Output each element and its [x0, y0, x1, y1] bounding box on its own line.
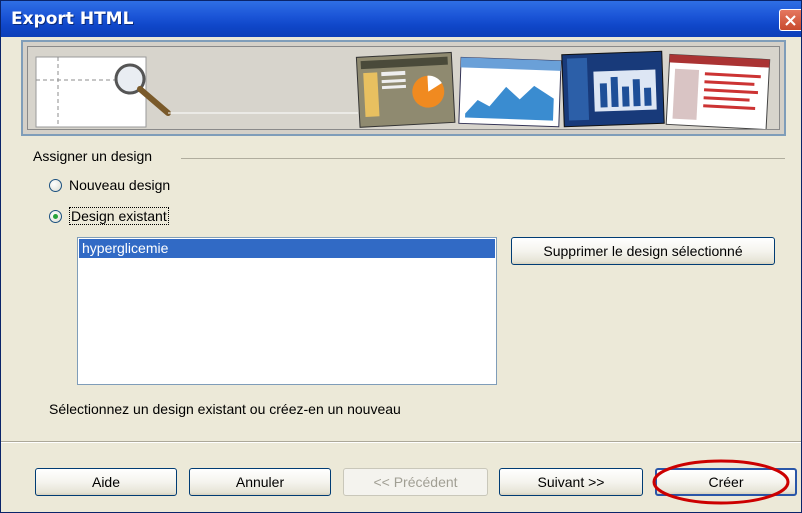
radio-label-new-design: Nouveau design: [69, 177, 171, 193]
close-icon: [785, 15, 796, 26]
radio-button-new-design[interactable]: [49, 178, 62, 192]
design-preview-illustration: [35, 50, 771, 129]
radio-button-existing-design[interactable]: [49, 209, 62, 223]
radio-new-design[interactable]: Nouveau design: [49, 177, 170, 193]
create-button[interactable]: Créer: [655, 468, 797, 496]
delete-design-button[interactable]: Supprimer le design sélectionné: [511, 237, 775, 265]
design-listbox[interactable]: hyperglicemie: [77, 237, 497, 385]
window-title: Export HTML: [11, 9, 134, 29]
cancel-button[interactable]: Annuler: [189, 468, 331, 496]
previous-button[interactable]: << Précédent: [343, 468, 488, 496]
group-divider: [181, 158, 785, 159]
group-label-assign-design: Assigner un design: [33, 148, 153, 164]
wizard-banner: [21, 40, 786, 136]
hint-text: Sélectionnez un design existant ou créez…: [49, 401, 401, 417]
title-bar[interactable]: Export HTML: [1, 1, 801, 37]
list-item[interactable]: hyperglicemie: [79, 239, 495, 258]
next-button[interactable]: Suivant >>: [499, 468, 643, 496]
radio-label-existing-design: Design existant: [69, 207, 169, 225]
export-html-dialog: Export HTML Assigner un design Nouveau d…: [0, 0, 802, 513]
radio-existing-design[interactable]: Design existant: [49, 207, 169, 225]
close-button[interactable]: [779, 9, 801, 31]
help-button[interactable]: Aide: [35, 468, 177, 496]
